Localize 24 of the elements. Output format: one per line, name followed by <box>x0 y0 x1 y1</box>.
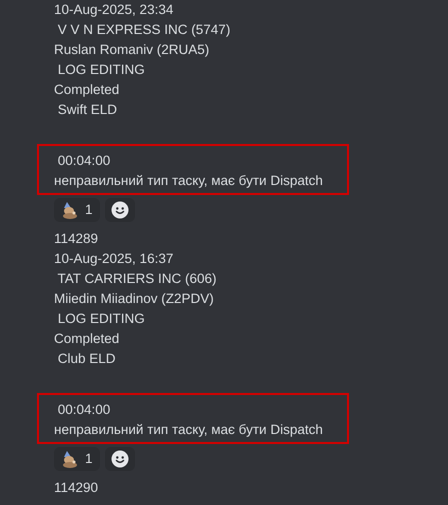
message-line: 10-Aug-2025, 16:37 <box>53 250 174 268</box>
message-line: TAT CARRIERS INC (606) <box>56 270 218 288</box>
reaction-button[interactable]: 1 <box>54 447 100 471</box>
message-line: Club ELD <box>56 350 117 368</box>
message-line: LOG EDITING <box>56 61 146 79</box>
add-reaction-button[interactable] <box>104 447 135 471</box>
message-line: 114290 <box>53 479 100 497</box>
message-line: LOG EDITING <box>56 310 146 328</box>
message-line: Miiedin Miiadinov (Z2PDV) <box>53 290 215 308</box>
message-line: Completed <box>53 330 120 348</box>
message-line: Ruslan Romaniv (2RUA5) <box>53 41 210 59</box>
message-line: 00:04:00 <box>56 401 112 419</box>
message-line: Completed <box>53 81 120 99</box>
message-line: 00:04:00 <box>56 152 112 170</box>
add-reaction-button[interactable] <box>104 198 135 222</box>
smiley-icon <box>110 201 129 219</box>
message-line: 114289 <box>53 230 100 248</box>
message-line: неправильний тип таску, має бути Dispatch <box>54 421 324 439</box>
message-line: V V N EXPRESS INC (5747) <box>56 21 232 39</box>
message-line: неправильний тип таску, має бути Dispatch <box>54 172 324 190</box>
message-line: Swift ELD <box>56 101 118 119</box>
message-line: 10-Aug-2025, 23:34 <box>53 1 174 19</box>
smiley-icon <box>110 450 129 468</box>
reaction-button[interactable]: 1 <box>54 198 100 222</box>
